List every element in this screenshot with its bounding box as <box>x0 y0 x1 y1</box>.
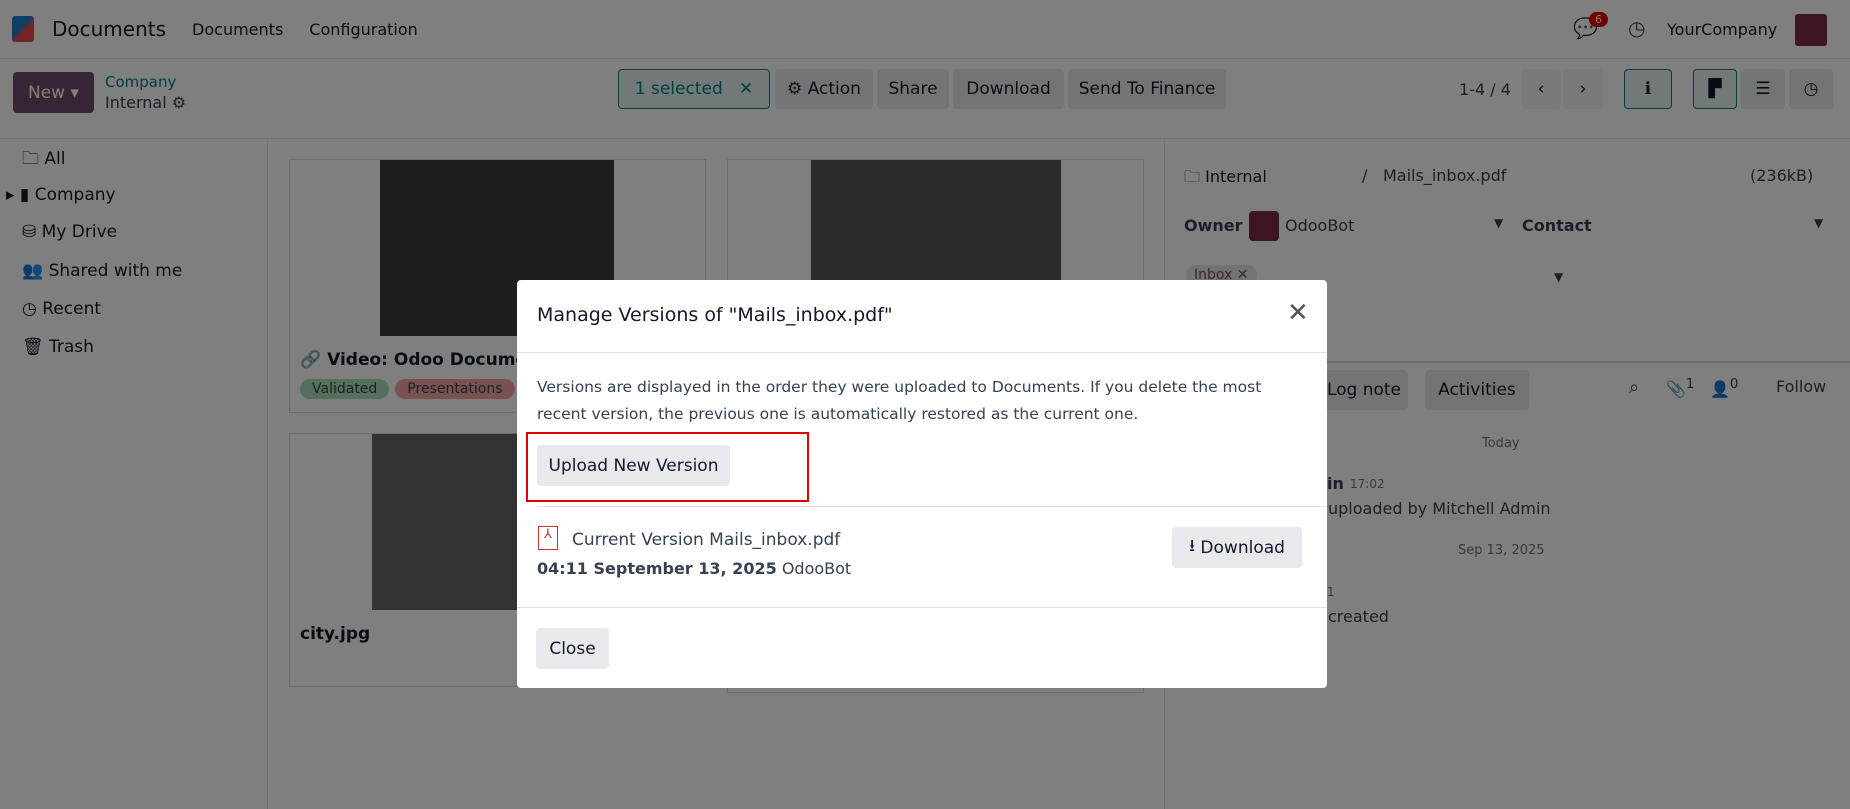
dialog-description: Versions are displayed in the order they… <box>537 378 1262 423</box>
close-icon[interactable]: ✕ <box>1287 300 1309 326</box>
version-download-button[interactable]: ⭳ Download <box>1172 527 1302 568</box>
footer-divider <box>517 607 1327 608</box>
close-button[interactable]: Close <box>536 628 609 669</box>
versions-divider <box>537 506 1327 507</box>
version-meta: 04:11 September 13, 2025 OdooBot <box>537 559 851 578</box>
upload-new-version-button[interactable]: Upload New Version <box>537 445 730 486</box>
dialog-title: Manage Versions of "Mails_inbox.pdf" <box>537 304 893 326</box>
download-label: Download <box>1200 537 1285 558</box>
manage-versions-dialog: Manage Versions of "Mails_inbox.pdf" ✕ V… <box>517 280 1327 688</box>
version-user: OdooBot <box>781 559 852 578</box>
pdf-file-icon: ⅄ <box>538 526 558 550</box>
version-date: 04:11 September 13, 2025 <box>537 559 777 578</box>
header-divider <box>517 352 1327 353</box>
version-name: Current Version Mails_inbox.pdf <box>572 530 841 550</box>
